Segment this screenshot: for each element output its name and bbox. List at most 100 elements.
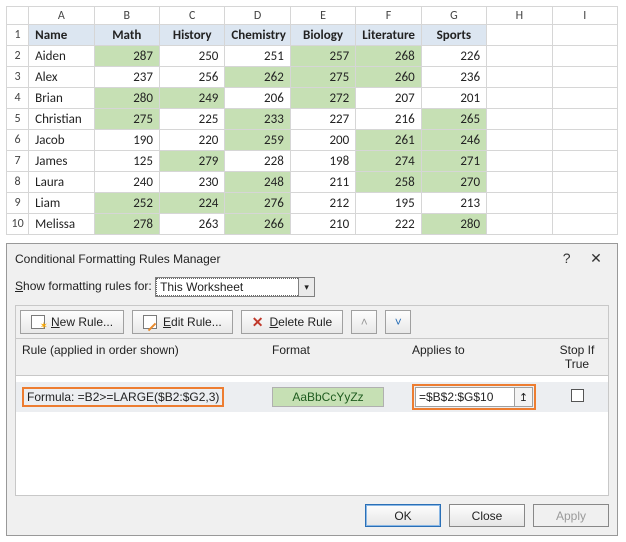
data-cell[interactable]: 210 [290, 214, 355, 235]
data-cell[interactable]: 237 [94, 67, 159, 88]
name-cell[interactable]: Liam [29, 193, 94, 214]
header-cell[interactable]: Biology [290, 25, 355, 46]
data-cell[interactable]: 212 [290, 193, 355, 214]
edit-rule-button[interactable]: Edit Rule... [132, 310, 233, 334]
data-cell[interactable]: 249 [159, 88, 224, 109]
name-cell[interactable]: Christian [29, 109, 94, 130]
empty-cell[interactable] [552, 151, 617, 172]
col-head-F[interactable]: F [356, 7, 421, 25]
header-cell[interactable]: Chemistry [225, 25, 290, 46]
applies-to-input[interactable]: =$B$2:$G$10 ↥ [415, 387, 533, 407]
data-cell[interactable]: 250 [159, 46, 224, 67]
name-cell[interactable]: Jacob [29, 130, 94, 151]
ok-button[interactable]: OK [365, 504, 441, 527]
row-head[interactable]: 2 [7, 46, 29, 67]
data-cell[interactable]: 190 [94, 130, 159, 151]
data-cell[interactable]: 260 [356, 67, 421, 88]
data-cell[interactable]: 198 [290, 151, 355, 172]
apply-button[interactable]: Apply [533, 504, 609, 527]
row-head[interactable]: 1 [7, 25, 29, 46]
row-head[interactable]: 3 [7, 67, 29, 88]
data-cell[interactable]: 271 [421, 151, 486, 172]
data-cell[interactable]: 125 [94, 151, 159, 172]
col-head-C[interactable]: C [159, 7, 224, 25]
col-head-A[interactable]: A [29, 7, 94, 25]
data-cell[interactable]: 216 [356, 109, 421, 130]
row-head[interactable]: 5 [7, 109, 29, 130]
data-cell[interactable]: 258 [356, 172, 421, 193]
data-cell[interactable]: 230 [159, 172, 224, 193]
data-cell[interactable]: 280 [421, 214, 486, 235]
name-cell[interactable]: Brian [29, 88, 94, 109]
data-cell[interactable]: 262 [225, 67, 290, 88]
data-cell[interactable]: 279 [159, 151, 224, 172]
header-cell[interactable]: Literature [356, 25, 421, 46]
name-cell[interactable]: Alex [29, 67, 94, 88]
data-cell[interactable]: 287 [94, 46, 159, 67]
header-cell[interactable]: Sports [421, 25, 486, 46]
col-head-E[interactable]: E [290, 7, 355, 25]
data-cell[interactable]: 252 [94, 193, 159, 214]
move-down-button[interactable]: ˅ [385, 310, 411, 334]
data-cell[interactable]: 200 [290, 130, 355, 151]
data-cell[interactable]: 246 [421, 130, 486, 151]
empty-cell[interactable] [552, 67, 617, 88]
close-button[interactable]: Close [449, 504, 525, 527]
data-cell[interactable]: 206 [225, 88, 290, 109]
data-cell[interactable]: 268 [356, 46, 421, 67]
data-cell[interactable]: 257 [290, 46, 355, 67]
col-head-D[interactable]: D [225, 7, 290, 25]
name-cell[interactable]: James [29, 151, 94, 172]
data-cell[interactable]: 213 [421, 193, 486, 214]
data-cell[interactable]: 259 [225, 130, 290, 151]
empty-cell[interactable] [552, 214, 617, 235]
data-cell[interactable]: 195 [356, 193, 421, 214]
data-cell[interactable]: 207 [356, 88, 421, 109]
empty-cell[interactable] [487, 88, 552, 109]
empty-cell[interactable] [552, 109, 617, 130]
header-cell[interactable]: History [159, 25, 224, 46]
range-picker-icon[interactable]: ↥ [514, 388, 532, 406]
data-cell[interactable]: 228 [225, 151, 290, 172]
header-cell[interactable]: Name [29, 25, 94, 46]
empty-cell[interactable] [487, 25, 552, 46]
data-cell[interactable]: 201 [421, 88, 486, 109]
data-cell[interactable]: 233 [225, 109, 290, 130]
data-cell[interactable]: 211 [290, 172, 355, 193]
header-cell[interactable]: Math [94, 25, 159, 46]
empty-cell[interactable] [552, 46, 617, 67]
name-cell[interactable]: Melissa [29, 214, 94, 235]
col-head-G[interactable]: G [421, 7, 486, 25]
data-cell[interactable]: 266 [225, 214, 290, 235]
data-cell[interactable]: 275 [94, 109, 159, 130]
empty-cell[interactable] [487, 46, 552, 67]
empty-cell[interactable] [487, 193, 552, 214]
empty-cell[interactable] [487, 214, 552, 235]
empty-cell[interactable] [487, 109, 552, 130]
empty-cell[interactable] [487, 130, 552, 151]
row-head[interactable]: 6 [7, 130, 29, 151]
data-cell[interactable]: 251 [225, 46, 290, 67]
col-head-H[interactable]: H [487, 7, 552, 25]
row-head[interactable]: 7 [7, 151, 29, 172]
col-head-I[interactable]: I [552, 7, 617, 25]
data-cell[interactable]: 236 [421, 67, 486, 88]
empty-cell[interactable] [552, 193, 617, 214]
data-cell[interactable]: 240 [94, 172, 159, 193]
data-cell[interactable]: 275 [290, 67, 355, 88]
data-cell[interactable]: 222 [356, 214, 421, 235]
empty-cell[interactable] [552, 172, 617, 193]
rule-row[interactable]: Formula: =B2>=LARGE($B2:$G2,3) AaBbCcYyZ… [16, 382, 608, 412]
name-cell[interactable]: Laura [29, 172, 94, 193]
data-cell[interactable]: 226 [421, 46, 486, 67]
empty-cell[interactable] [487, 151, 552, 172]
name-cell[interactable]: Aiden [29, 46, 94, 67]
row-head[interactable]: 9 [7, 193, 29, 214]
data-cell[interactable]: 272 [290, 88, 355, 109]
data-cell[interactable]: 280 [94, 88, 159, 109]
stop-if-true-checkbox[interactable] [571, 389, 584, 402]
row-head[interactable]: 10 [7, 214, 29, 235]
data-cell[interactable]: 224 [159, 193, 224, 214]
empty-cell[interactable] [552, 130, 617, 151]
empty-cell[interactable] [552, 88, 617, 109]
